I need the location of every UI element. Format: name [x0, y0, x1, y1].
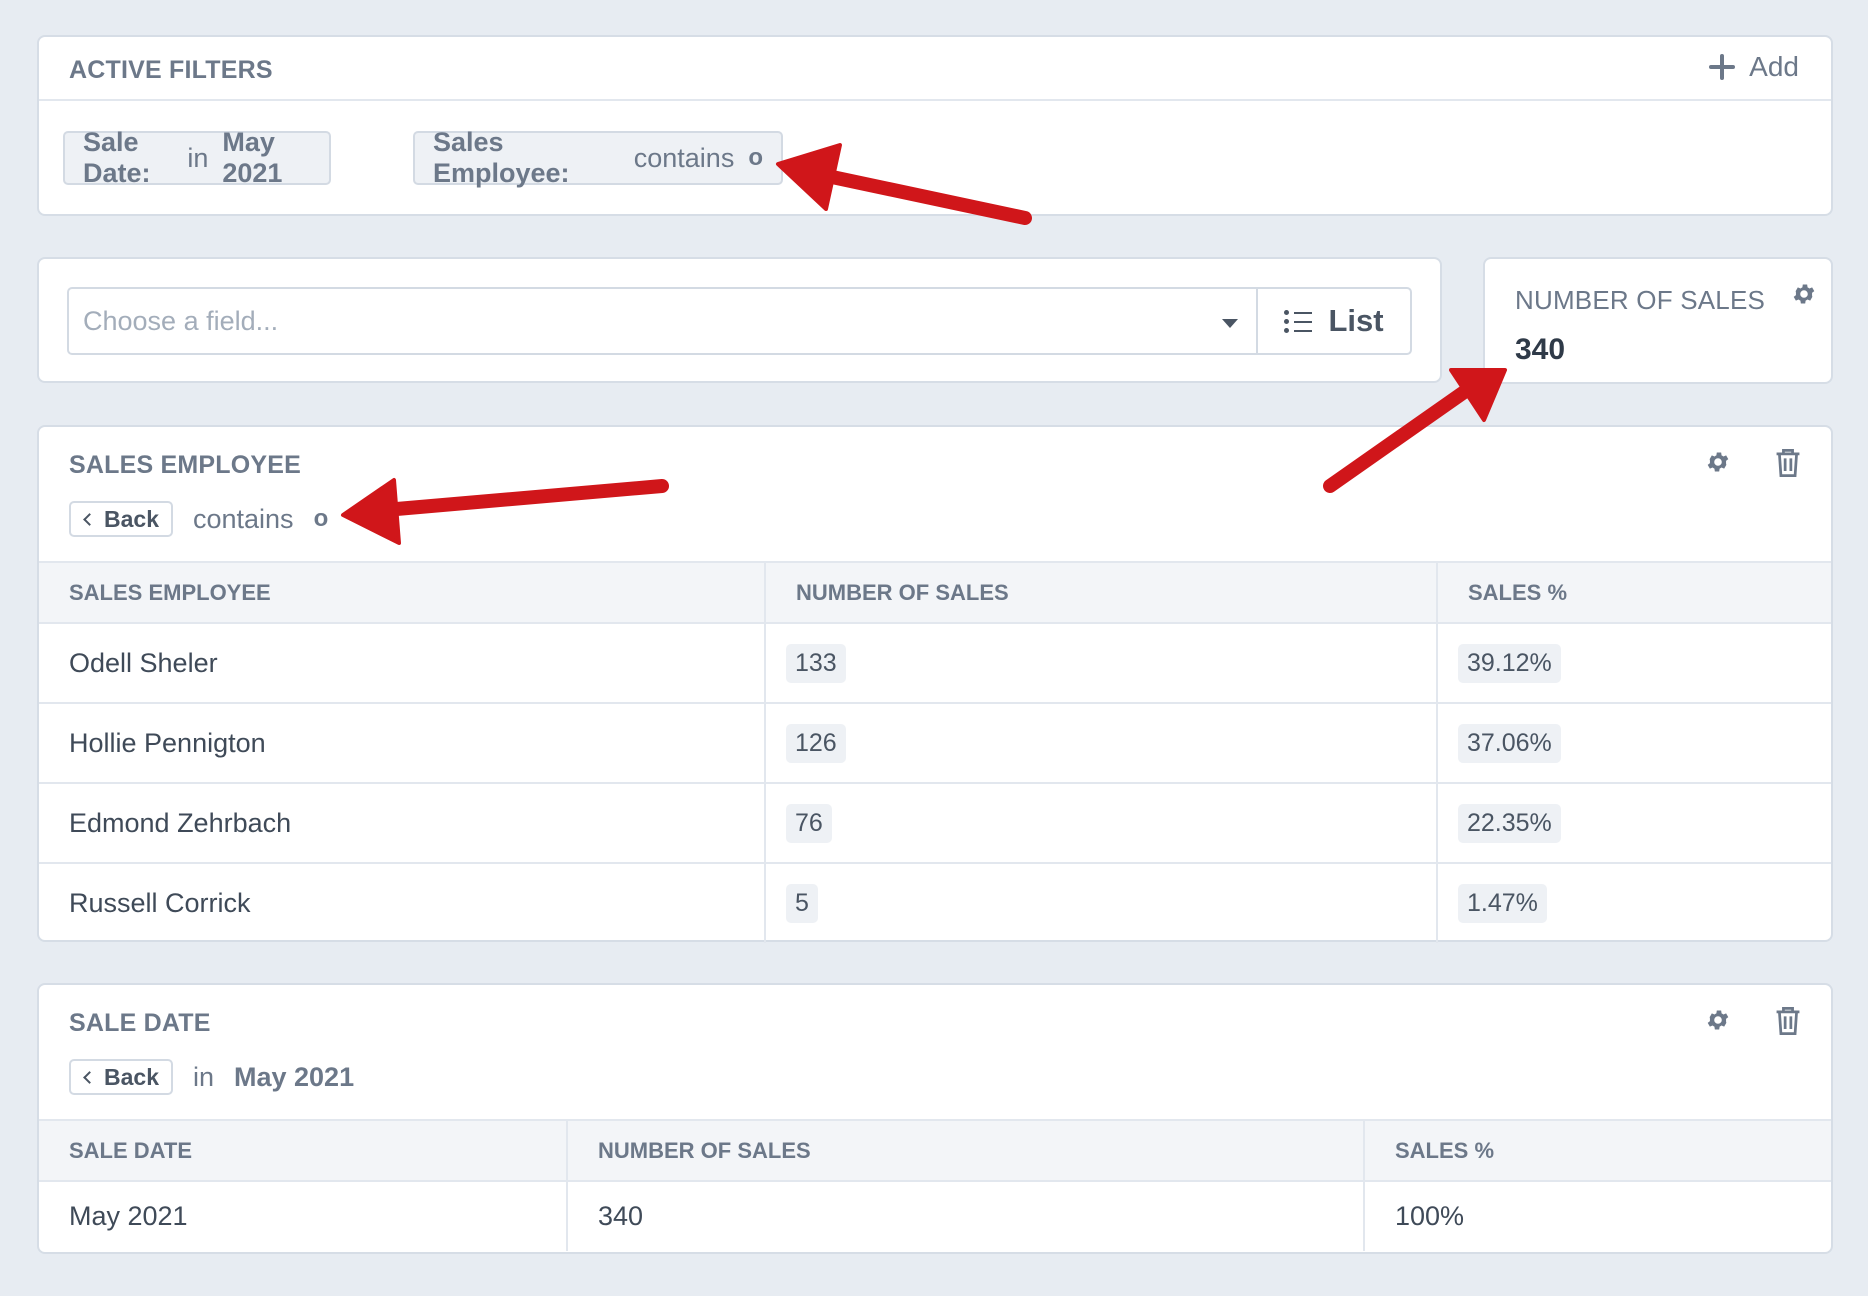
- active-filters-title: ACTIVE FILTERS: [69, 56, 273, 84]
- count-cell: 126: [764, 703, 1437, 784]
- pct-value: 1.47%: [1458, 884, 1547, 923]
- filter-chip-operator: in: [187, 142, 209, 173]
- add-filter-button[interactable]: Add: [1709, 51, 1799, 83]
- filter-operator: contains: [192, 503, 294, 534]
- filter-value: o: [313, 505, 329, 532]
- panel-title: SALE DATE: [69, 1009, 211, 1037]
- filter-chip-field: Sale Date:: [83, 127, 151, 188]
- number-of-sales-card: NUMBER OF SALES 340: [1483, 257, 1833, 384]
- pct-cell: 1.47%: [1436, 863, 1831, 943]
- list-view-label: List: [1328, 303, 1384, 338]
- sales-employee-table: SALES EMPLOYEE NUMBER OF SALES SALES % O…: [39, 561, 1831, 943]
- filter-chip-field: Sales Employee:: [433, 127, 570, 188]
- table-header-row: SALES EMPLOYEE NUMBER OF SALES SALES %: [39, 561, 1831, 624]
- kpi-title: NUMBER OF SALES: [1515, 285, 1766, 315]
- column-header[interactable]: SALES %: [1436, 561, 1831, 624]
- pct-value: 22.35%: [1458, 803, 1561, 843]
- choose-field-select[interactable]: Choose a field...: [67, 287, 1256, 355]
- gear-icon[interactable]: [1705, 449, 1731, 475]
- table-row[interactable]: Hollie Pennigton 126 37.06%: [39, 703, 1831, 784]
- field-chooser-card: Choose a field... List: [37, 257, 1442, 383]
- caret-down-icon: [1222, 319, 1238, 328]
- pct-cell: 37.06%: [1436, 703, 1831, 784]
- back-button[interactable]: Back: [69, 1059, 173, 1095]
- table-row[interactable]: Edmond Zehrbach 76 22.35%: [39, 783, 1831, 864]
- filter-chip-operator: contains: [633, 142, 735, 173]
- table-row[interactable]: Odell Sheler 133 39.12%: [39, 623, 1831, 704]
- column-header[interactable]: NUMBER OF SALES: [566, 1119, 1364, 1182]
- chevron-left-icon: [83, 512, 96, 526]
- filter-operator: in: [192, 1061, 214, 1092]
- trash-icon[interactable]: [1774, 447, 1802, 479]
- column-header[interactable]: NUMBER OF SALES: [764, 561, 1437, 624]
- employee-name[interactable]: Russell Corrick: [39, 863, 765, 943]
- choose-field-placeholder: Choose a field...: [83, 305, 279, 336]
- pct-value: 39.12%: [1458, 643, 1561, 683]
- pct-cell: 22.35%: [1436, 783, 1831, 864]
- filter-chip-sales-employee[interactable]: Sales Employee: contains o: [413, 127, 783, 188]
- count-value: 133: [786, 643, 846, 683]
- column-header[interactable]: SALES %: [1363, 1119, 1831, 1182]
- table-row[interactable]: Russell Corrick 5 1.47%: [39, 863, 1831, 943]
- employee-name[interactable]: Odell Sheler: [39, 623, 765, 704]
- active-filters-header: ACTIVE FILTERS Add: [39, 37, 1831, 101]
- list-icon: [1284, 309, 1313, 333]
- sales-employee-panel: SALES EMPLOYEE Back contains o SALES EMP…: [37, 425, 1833, 943]
- count-value: 76: [786, 803, 832, 843]
- count-cell: 340: [566, 1181, 1364, 1251]
- pct-cell: 100%: [1363, 1181, 1831, 1251]
- plus-icon: [1709, 54, 1736, 80]
- back-label: Back: [104, 1063, 159, 1090]
- back-label: Back: [104, 505, 159, 532]
- list-view-button[interactable]: List: [1256, 287, 1412, 355]
- employee-name[interactable]: Hollie Pennigton: [39, 703, 765, 784]
- gear-icon[interactable]: [1705, 1007, 1731, 1033]
- filter-chip-sale-date[interactable]: Sale Date: in May 2021: [63, 127, 331, 188]
- pct-value: 37.06%: [1458, 723, 1561, 763]
- panel-title: SALES EMPLOYEE: [69, 451, 302, 479]
- gear-icon[interactable]: [1791, 281, 1817, 307]
- employee-name[interactable]: Edmond Zehrbach: [39, 783, 765, 864]
- column-header[interactable]: SALES EMPLOYEE: [39, 561, 765, 624]
- count-value: 126: [786, 723, 846, 763]
- column-header[interactable]: SALE DATE: [39, 1119, 567, 1182]
- trash-icon[interactable]: [1774, 1005, 1802, 1037]
- filter-chip-value: May 2021: [222, 127, 283, 188]
- kpi-value: 340: [1515, 333, 1566, 366]
- pct-cell: 39.12%: [1436, 623, 1831, 704]
- sale-date-panel: SALE DATE Back in May 2021 SALE DATE NUM…: [37, 983, 1833, 1254]
- drilldown-breadcrumb: Back in May 2021: [69, 1059, 354, 1095]
- drilldown-breadcrumb: Back contains o: [69, 501, 328, 537]
- add-filter-label: Add: [1749, 51, 1799, 82]
- count-cell: 133: [764, 623, 1437, 704]
- table-row[interactable]: May 2021 340 100%: [39, 1181, 1831, 1251]
- count-value: 5: [786, 884, 818, 923]
- sale-date-table: SALE DATE NUMBER OF SALES SALES % May 20…: [39, 1119, 1831, 1251]
- filter-chip-value: o: [748, 144, 763, 171]
- table-header-row: SALE DATE NUMBER OF SALES SALES %: [39, 1119, 1831, 1182]
- filter-value: May 2021: [234, 1061, 355, 1092]
- count-cell: 5: [764, 863, 1437, 943]
- active-filters-card: ACTIVE FILTERS Add Sale Date: in May 202…: [37, 35, 1833, 216]
- sale-date-cell[interactable]: May 2021: [39, 1181, 567, 1251]
- count-cell: 76: [764, 783, 1437, 864]
- chevron-left-icon: [83, 1070, 96, 1084]
- back-button[interactable]: Back: [69, 501, 173, 537]
